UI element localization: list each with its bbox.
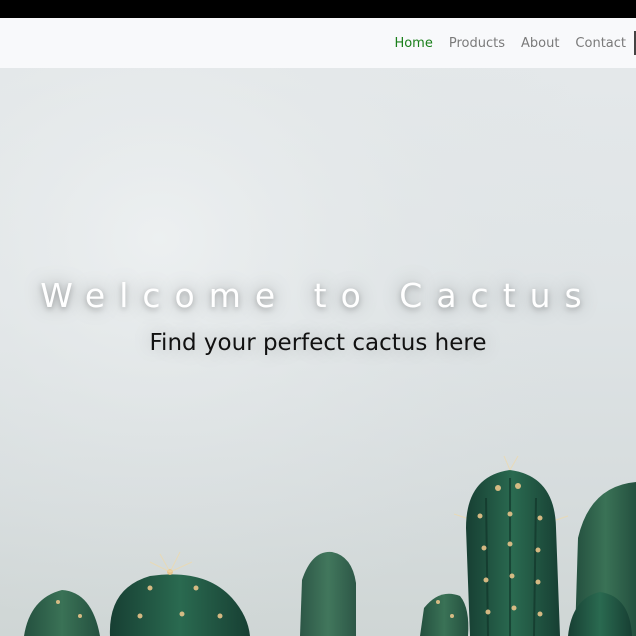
nav-link-about[interactable]: About — [521, 36, 559, 51]
nav-link-contact[interactable]: Contact — [575, 36, 626, 51]
nav-links: Home Products About Contact — [378, 18, 636, 68]
hero-title: Welcome to Cactus — [40, 276, 596, 315]
nav-link-home[interactable]: Home — [394, 36, 432, 51]
hero-section: Welcome to Cactus Find your perfect cact… — [0, 68, 636, 636]
hero-subtitle: Find your perfect cactus here — [149, 330, 487, 356]
nav-link-products[interactable]: Products — [449, 36, 505, 51]
navbar: Home Products About Contact — [0, 18, 636, 68]
browser-top-strip — [0, 0, 636, 18]
